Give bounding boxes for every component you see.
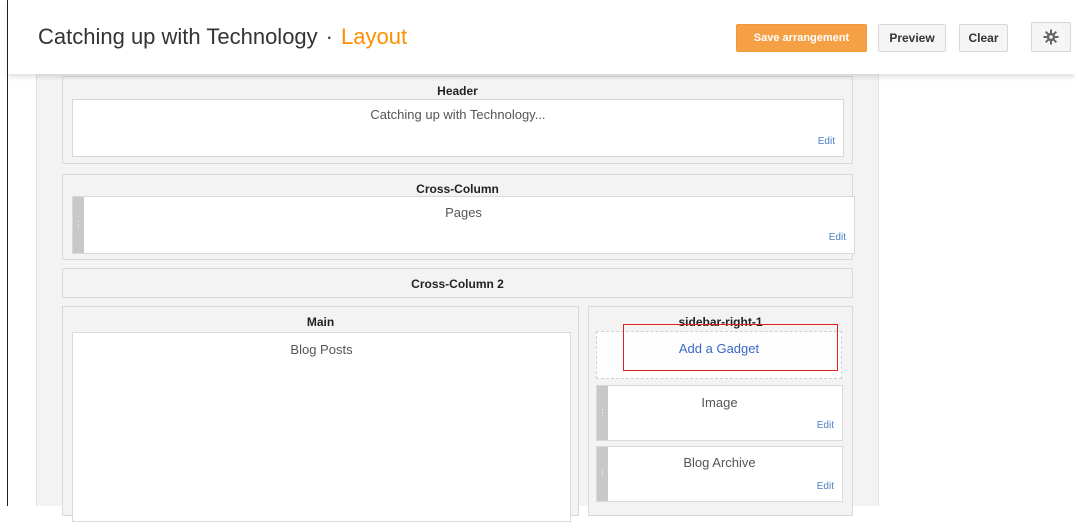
cross-column-section-title: Cross-Column (416, 182, 499, 196)
page-title: Catching up with Technology · Layout (38, 24, 407, 50)
settings-button[interactable] (1031, 22, 1071, 52)
window-edge (7, 0, 8, 506)
save-arrangement-button[interactable]: Save arrangement (736, 24, 867, 52)
title-separator: · (325, 24, 333, 49)
main-section-title: Main (306, 315, 335, 329)
sidebar-section-title: sidebar-right-1 (678, 315, 763, 329)
blog-posts-widget[interactable]: Blog Posts (72, 332, 571, 522)
blog-posts-widget-label: Blog Posts (290, 342, 353, 357)
header-section-title: Header (437, 84, 478, 98)
blog-title: Catching up with Technology (38, 24, 318, 49)
header-section: Header Catching up with Technology... Ed… (62, 76, 853, 164)
blog-archive-edit-link[interactable]: Edit (817, 481, 834, 492)
cross-column-section: Cross-Column ⋮ Pages Edit (62, 174, 855, 260)
header-widget-label: Catching up with Technology... (370, 107, 546, 122)
add-gadget-link[interactable]: Add a Gadget (597, 341, 841, 356)
header-widget[interactable]: Catching up with Technology... Edit (72, 99, 844, 157)
blog-archive-widget-label: Blog Archive (683, 455, 756, 470)
image-edit-link[interactable]: Edit (817, 420, 834, 431)
image-widget-label: Image (701, 395, 738, 410)
main-section: Main Blog Posts (62, 306, 579, 522)
cross-column-2-section: Cross-Column 2 (62, 268, 853, 298)
blog-archive-widget[interactable]: ⋮ Blog Archive Edit (596, 446, 843, 502)
cross-column-2-section-title: Cross-Column 2 (411, 277, 504, 291)
image-widget[interactable]: ⋮ Image Edit (596, 385, 843, 441)
preview-button[interactable]: Preview (878, 24, 946, 52)
pages-widget-label: Pages (445, 205, 482, 220)
gear-icon (1043, 29, 1059, 45)
header-edit-link[interactable]: Edit (818, 136, 835, 147)
clear-button[interactable]: Clear (959, 24, 1008, 52)
top-bar: Catching up with Technology · Layout Save … (8, 0, 1075, 74)
page-name: Layout (341, 24, 408, 49)
pages-edit-link[interactable]: Edit (829, 232, 846, 243)
add-gadget-area[interactable]: Add a Gadget (596, 331, 842, 379)
pages-widget[interactable]: ⋮ Pages Edit (72, 196, 855, 254)
